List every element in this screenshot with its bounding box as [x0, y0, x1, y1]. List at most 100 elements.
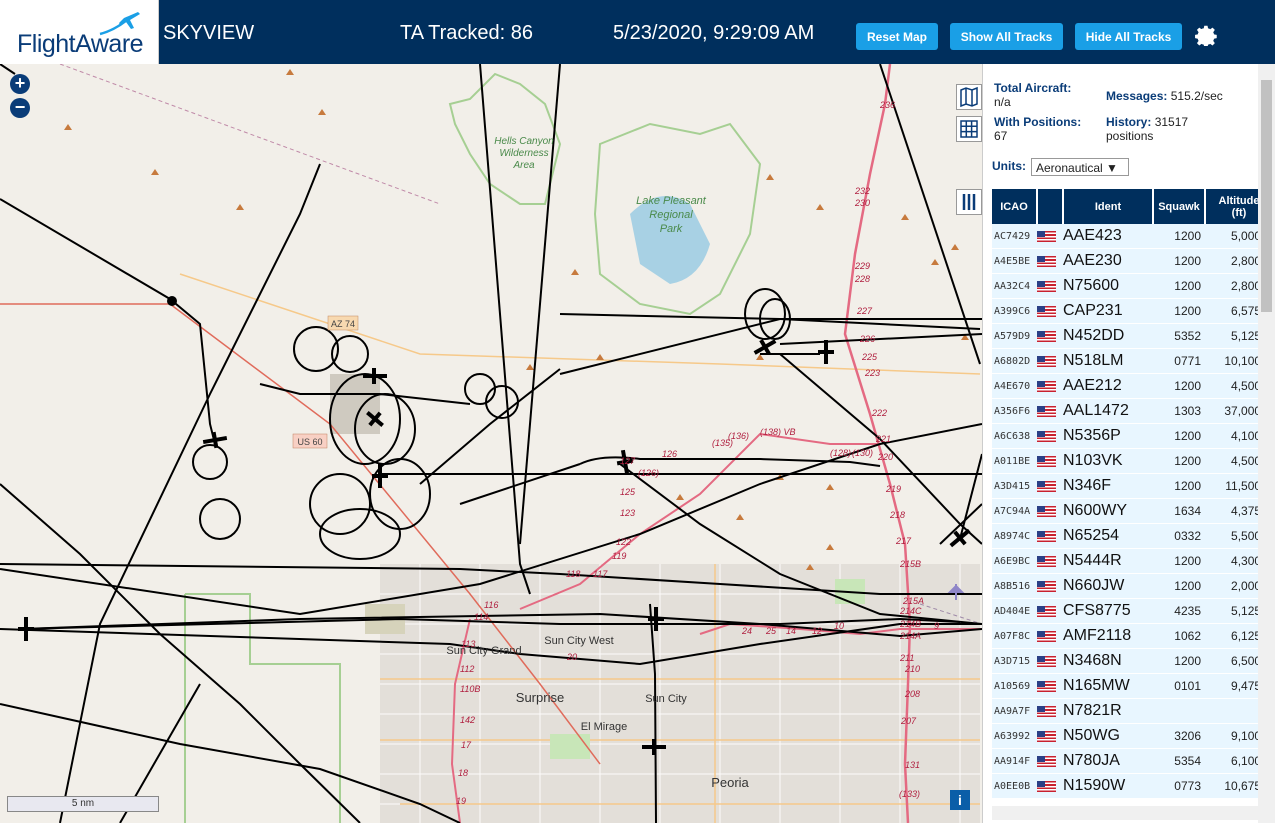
table-row[interactable]: A63992 N50WG 3206 9,100	[992, 723, 1273, 749]
table-row[interactable]: A3D415N346F120011,500▲	[992, 473, 1273, 499]
flag-cell	[1037, 773, 1063, 799]
altitude-cell: 4,500	[1205, 373, 1264, 399]
messages-stat: Messages: 515.2/sec	[1106, 89, 1223, 103]
table-row[interactable]: AA914F N780JA 5354 6,100	[992, 748, 1273, 774]
column-header-squawk[interactable]: Squawk	[1153, 189, 1206, 224]
table-row[interactable]: A8B516N660JW12002,000▼	[992, 573, 1273, 599]
flightaware-logo[interactable]: FlightAware	[0, 0, 159, 64]
grid-toggle-button[interactable]	[956, 116, 982, 142]
route-shield: AZ 74	[327, 315, 359, 331]
flag-cell	[1037, 423, 1063, 449]
altitude-cell	[1205, 698, 1264, 724]
table-row[interactable]: A356F6 AAL1472 1303 37,000	[992, 398, 1273, 424]
altitude-cell: 6,100	[1205, 748, 1264, 774]
units-select[interactable]: Aeronautical ▼	[1031, 158, 1129, 176]
us-flag-icon	[1037, 706, 1056, 718]
us-flag-icon	[1037, 631, 1056, 643]
zoom-out-button[interactable]: −	[10, 98, 30, 118]
flag-cell	[1037, 473, 1063, 499]
altitude-header-unit: (ft)	[1231, 206, 1247, 219]
table-row[interactable]: A6E9BC N5444R 1200 4,300	[992, 548, 1273, 574]
table-row[interactable]: A07F8CAMF211810626,125▲	[992, 623, 1273, 649]
reset-map-button[interactable]: Reset Map	[856, 23, 938, 50]
with-positions-stat: With Positions: 67	[994, 115, 1081, 143]
flag-cell	[1037, 573, 1063, 599]
columns-toggle-button[interactable]	[956, 189, 982, 215]
exit-number-label: 125	[620, 487, 636, 497]
track-origin-dot	[167, 296, 177, 306]
map-view[interactable]: Hells Canyon Wilderness Area Lake Pleasa…	[0, 64, 982, 823]
aircraft-icon[interactable]	[18, 617, 34, 641]
flag-cell	[1037, 248, 1063, 274]
table-row[interactable]: A7C94AN600WY16344,375▲	[992, 498, 1273, 524]
icao-cell: AA32C4	[992, 273, 1037, 299]
units-label: Units:	[992, 159, 1026, 173]
icao-cell: A4E5BE	[992, 248, 1037, 274]
flag-cell	[1037, 598, 1063, 624]
table-row[interactable]: AA32C4N7560012002,800▲	[992, 273, 1273, 299]
exit-number-label: (128)	[830, 448, 851, 458]
squawk-cell: 1200	[1153, 473, 1205, 499]
panel-scrollbar-thumb[interactable]	[1261, 80, 1272, 312]
exit-number-label: 229	[854, 261, 870, 271]
table-row[interactable]: A8974CN6525403325,500▲	[992, 523, 1273, 549]
exit-number-label: 210	[904, 664, 920, 674]
column-header-ident[interactable]: Ident	[1063, 189, 1154, 224]
exit-number-label: 211	[899, 653, 914, 663]
table-row[interactable]: AD404E CFS8775 4235 5,125	[992, 598, 1273, 624]
icao-cell: A3D715	[992, 648, 1037, 674]
aircraft-icon[interactable]	[946, 524, 975, 552]
exit-number-label: 118	[566, 569, 580, 579]
table-row[interactable]: A10569 N165MW 0101 9,475	[992, 673, 1273, 699]
table-row[interactable]: A6802D N518LM 0771 10,100	[992, 348, 1273, 374]
zoom-in-button[interactable]: +	[10, 74, 30, 94]
exit-number-label: 113	[461, 639, 475, 649]
flag-cell	[1037, 748, 1063, 774]
show-all-tracks-button[interactable]: Show All Tracks	[950, 23, 1063, 50]
table-row[interactable]: A0EE0B N1590W 0773 10,675	[992, 773, 1273, 799]
squawk-cell: 5352	[1153, 323, 1205, 349]
exit-number-label: 214A	[899, 631, 921, 641]
table-row[interactable]: AA9A7F N7821R	[992, 698, 1273, 724]
table-row[interactable]: A011BEN103VK12004,500▼	[992, 448, 1273, 474]
horizontal-scrollbar[interactable]	[992, 806, 1258, 820]
history-stat: History: 31517 positions	[1106, 115, 1188, 143]
table-row[interactable]: A399C6 CAP231 1200 6,575	[992, 298, 1273, 324]
ident-cell: N600WY	[1063, 498, 1153, 524]
flag-cell	[1037, 498, 1063, 524]
route-shield: US 60	[292, 433, 328, 449]
exit-number-label: 20	[566, 652, 577, 662]
aircraft-table: ICAO Ident Squawk Altitude (ft) AC7429 AA…	[992, 189, 1274, 799]
aircraft-icon[interactable]	[818, 340, 834, 364]
us-flag-icon	[1037, 656, 1056, 668]
exit-number-label: (138) VB	[760, 427, 796, 437]
column-header-icao[interactable]: ICAO	[992, 189, 1038, 224]
ident-cell: N346F	[1063, 473, 1153, 499]
info-button[interactable]: i	[950, 790, 970, 810]
aircraft-icon[interactable]	[751, 334, 780, 360]
table-row[interactable]: AC7429 AAE423 1200 5,000	[992, 224, 1273, 249]
squawk-cell: 1200	[1153, 573, 1205, 599]
table-row[interactable]: A579D9 N452DD 5352 5,125	[992, 323, 1273, 349]
exit-number-label: 222	[871, 408, 887, 418]
flag-cell	[1037, 623, 1063, 649]
exit-number-label: 215B	[899, 559, 921, 569]
icao-cell: A356F6	[992, 398, 1037, 424]
ident-cell: AAL1472	[1063, 398, 1153, 424]
map-canvas[interactable]: Hells Canyon Wilderness Area Lake Pleasa…	[0, 64, 982, 823]
boundary-line	[59, 64, 441, 205]
aircraft-icon[interactable]	[372, 464, 388, 488]
ident-cell: N165MW	[1063, 673, 1153, 699]
column-header-flag[interactable]	[1037, 189, 1064, 224]
table-row[interactable]: A4E670 AAE212 1200 4,500	[992, 373, 1273, 399]
aircraft-icon[interactable]	[202, 430, 228, 450]
altitude-cell: 2,800	[1205, 273, 1264, 299]
icao-cell: A07F8C	[992, 623, 1037, 649]
map-layers-button[interactable]	[956, 84, 982, 110]
table-row[interactable]: A3D715N3468N12006,500▲	[992, 648, 1273, 674]
table-row[interactable]: A6C638N5356P12004,100▼	[992, 423, 1273, 449]
gear-icon[interactable]	[1191, 20, 1217, 46]
table-row[interactable]: A4E5BEAAE23012002,800▼	[992, 248, 1273, 274]
hide-all-tracks-button[interactable]: Hide All Tracks	[1075, 23, 1182, 50]
exit-number-label: (133)	[899, 789, 920, 799]
